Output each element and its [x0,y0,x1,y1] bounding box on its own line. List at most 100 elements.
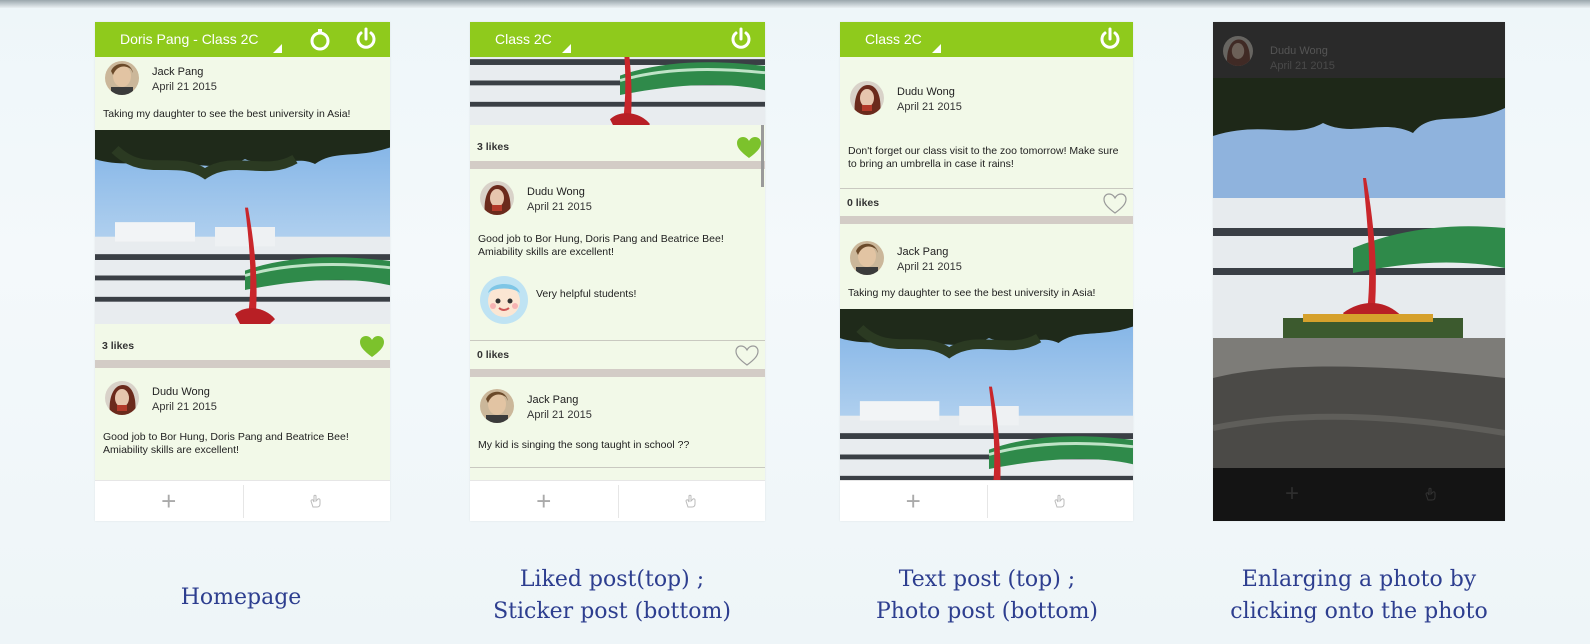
likes-bar: 3 likes [95,332,390,362]
app-bar: Doris Pang - Class 2C [95,22,390,57]
bottom-bar: + [840,480,1133,521]
avatar[interactable] [480,181,514,215]
dropdown-triangle-icon[interactable] [562,44,571,53]
post-text: Good job to Bor Hung, Doris Pang and Bea… [478,233,724,258]
post-text: My kid is singing the song taught in sch… [478,439,690,451]
post-photo[interactable] [470,57,765,125]
overlay-footer: + [1213,468,1505,521]
phone-screen-liked-sticker: Class 2C 3 likes Dudu Wong April 21 2015… [470,22,765,521]
hand-icon [1425,487,1436,501]
likes-bar: 0 likes [470,341,765,371]
timer-icon[interactable] [308,27,332,51]
avatar[interactable] [850,241,884,275]
caption-line-2: clicking onto the photo [1230,599,1488,624]
post-text: Taking my daughter to see the best unive… [848,287,1096,299]
app-bar: Class 2C [840,22,1133,57]
caption-text-photo: Text post (top) ; Photo post (bottom) [822,564,1152,628]
caption-homepage: Homepage [76,582,406,614]
hand-icon [685,494,696,508]
post-header: Jack Pang April 21 2015 [95,57,390,107]
post-feed[interactable]: 3 likes Dudu Wong April 21 2015 Good job… [470,57,765,480]
post-author: Dudu Wong [152,386,210,398]
power-icon[interactable] [354,27,378,51]
add-post-button[interactable]: + [840,481,987,521]
bottom-bar: + [470,480,765,521]
hand-icon [310,494,321,508]
post-author: Jack Pang [897,246,949,258]
top-border [0,0,1590,8]
post-feed[interactable]: Jack Pang April 21 2015 Taking my daught… [95,57,390,480]
likes-count: 3 likes [477,141,510,153]
avatar[interactable] [850,81,884,115]
post-photo[interactable] [95,130,390,324]
add-icon: + [1285,480,1300,507]
heart-icon[interactable] [1103,193,1127,215]
post-separator [840,216,1133,224]
hand-button[interactable] [987,481,1134,521]
bottom-bar: + [95,480,390,521]
dropdown-triangle-icon[interactable] [273,44,282,53]
sticker-image[interactable] [479,275,529,325]
app-title[interactable]: Class 2C [865,31,922,47]
heart-icon[interactable] [735,345,759,367]
post-photo[interactable] [840,309,1133,480]
post-text: Taking my daughter to see the best unive… [103,108,351,120]
post-separator [470,161,765,169]
phone-screen-enlarged-photo: Dudu Wong April 21 2015 + [1213,22,1505,521]
add-post-button[interactable]: + [95,481,243,521]
caption-line-1: Liked post(top) ; [519,567,705,592]
heart-icon[interactable] [360,336,384,358]
likes-bar: 0 likes [840,189,1133,219]
post-author: Jack Pang [527,394,579,406]
hand-button[interactable] [243,481,391,521]
likes-bar: 3 likes [470,133,765,163]
likes-count: 0 likes [847,197,880,209]
caption-line-2: Sticker post (bottom) [493,599,731,624]
post-header: Dudu Wong April 21 2015 [95,377,390,427]
post-date: April 21 2015 [1270,60,1335,72]
app-title[interactable]: Doris Pang - Class 2C [120,31,259,47]
likes-count: 3 likes [102,340,135,352]
heart-icon[interactable] [737,137,761,159]
hand-icon [1054,494,1065,508]
phone-screen-homepage: Doris Pang - Class 2C Jack Pang April 21… [95,22,390,521]
add-icon: + [905,486,921,516]
hand-button[interactable] [618,481,766,521]
post-author: Jack Pang [152,66,204,78]
phone-screen-text-photo: Class 2C Dudu Wong April 21 2015 Don't f… [840,22,1133,521]
app-title[interactable]: Class 2C [495,31,552,47]
post-date: April 21 2015 [527,201,592,213]
power-icon[interactable] [1098,27,1122,51]
post-date: April 21 2015 [897,101,962,113]
post-author: Dudu Wong [527,186,585,198]
add-icon: + [536,486,552,516]
caption-enlarged-photo: Enlarging a photo by clicking onto the p… [1194,564,1524,628]
post-feed[interactable]: Dudu Wong April 21 2015 Don't forget our… [840,57,1133,480]
scrollbar[interactable] [761,125,764,187]
avatar[interactable] [480,389,514,423]
caption-line-1: Enlarging a photo by [1241,567,1477,592]
power-icon[interactable] [729,27,753,51]
post-text: Good job to Bor Hung, Doris Pang and Bea… [103,431,349,456]
caption-line-1: Text post (top) ; [898,567,1076,592]
post-date: April 21 2015 [897,261,962,273]
avatar[interactable] [105,61,139,95]
post-date: April 21 2015 [527,409,592,421]
post-author: Dudu Wong [1270,45,1328,57]
post-header: Jack Pang April 21 2015 [470,385,765,435]
post-author: Dudu Wong [897,86,955,98]
post-date: April 21 2015 [152,81,217,93]
post-text: Don't forget our class visit to the zoo … [848,145,1119,170]
add-icon: + [161,486,177,516]
enlarged-photo[interactable] [1213,78,1505,468]
add-post-button[interactable]: + [470,481,618,521]
caption-text: Homepage [180,585,302,610]
dropdown-triangle-icon[interactable] [932,44,941,53]
overlay-header: Dudu Wong April 21 2015 [1213,22,1505,78]
post-header: Dudu Wong April 21 2015 [840,77,1133,127]
caption-line-2: Photo post (bottom) [875,599,1099,624]
divider [470,467,765,468]
post-date: April 21 2015 [152,401,217,413]
avatar[interactable] [105,381,139,415]
post-header: Dudu Wong April 21 2015 [470,177,765,227]
